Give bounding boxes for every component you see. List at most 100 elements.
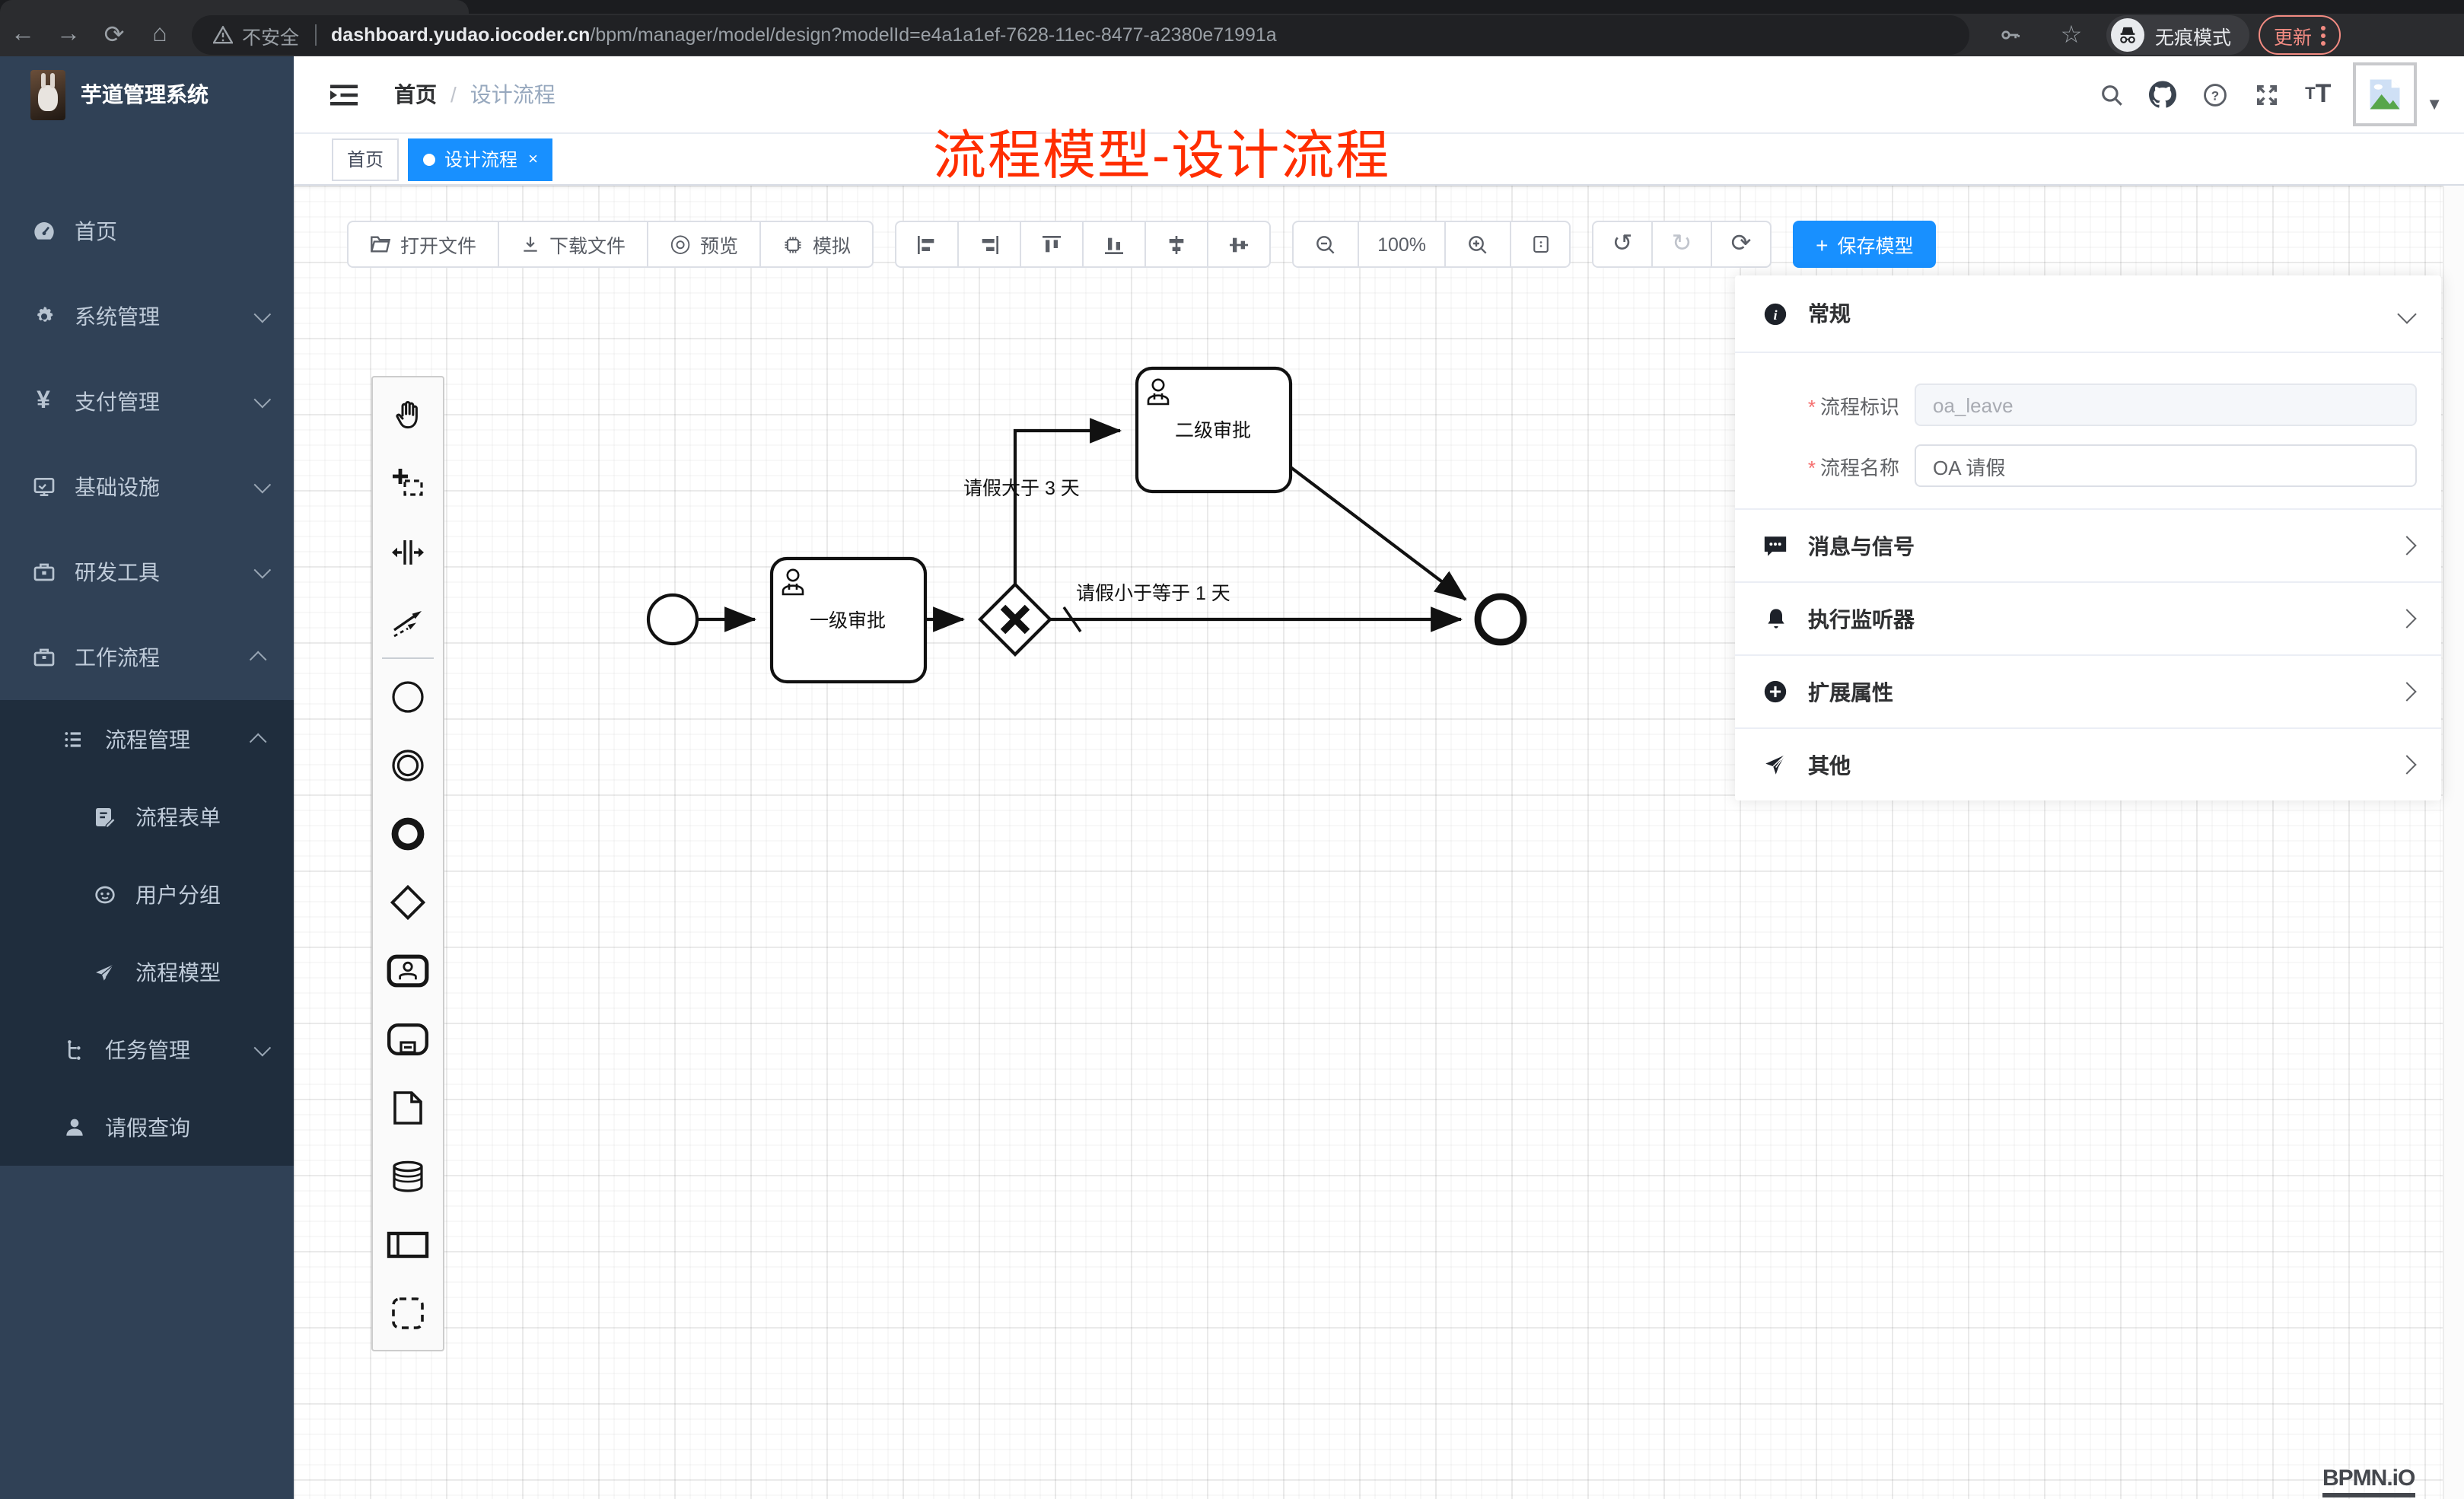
breadcrumb-home[interactable]: 首页 bbox=[394, 79, 437, 110]
github-icon[interactable] bbox=[2137, 68, 2189, 120]
flow-gateway-to-task2[interactable] bbox=[1015, 431, 1120, 584]
sidebar-item-task-mgmt[interactable]: 任务管理 bbox=[0, 1010, 294, 1088]
home-icon[interactable]: ⌂ bbox=[137, 21, 183, 49]
tab-close-icon[interactable]: × bbox=[528, 150, 538, 168]
sidebar-item-payment[interactable]: ¥ 支付管理 bbox=[0, 359, 294, 444]
create-group[interactable] bbox=[373, 1278, 443, 1347]
preview-button[interactable]: ◎ 预览 bbox=[647, 221, 761, 268]
sidebar-item-home[interactable]: 首页 bbox=[0, 189, 294, 274]
browser-update-button[interactable]: 更新 bbox=[2259, 15, 2341, 55]
task-second-approval[interactable]: 二级审批 bbox=[1137, 368, 1291, 492]
panel-section-other[interactable]: 其他 bbox=[1735, 729, 2441, 800]
sidebar-item-user-group[interactable]: 用户分组 bbox=[0, 855, 294, 933]
info-icon: i bbox=[1762, 301, 1788, 326]
create-subprocess[interactable] bbox=[373, 1004, 443, 1073]
reload-icon[interactable]: ⟳ bbox=[91, 20, 137, 50]
process-key-input[interactable] bbox=[1915, 384, 2417, 426]
back-icon[interactable]: ← bbox=[0, 21, 46, 49]
right-scroll-track[interactable] bbox=[2443, 186, 2464, 1499]
create-start-event[interactable] bbox=[373, 662, 443, 730]
chevron-down-icon bbox=[254, 306, 272, 323]
chevron-down-icon bbox=[254, 562, 272, 579]
undo-button[interactable]: ↺ bbox=[1592, 221, 1653, 268]
align-bottom-button[interactable] bbox=[1082, 221, 1146, 268]
space-tool[interactable] bbox=[373, 517, 443, 586]
browser-menu-icon[interactable] bbox=[2321, 25, 2326, 45]
search-icon[interactable] bbox=[2085, 68, 2137, 120]
viewport: ← → ⟳ ⌂ 不安全 dashboard.yudao.iocoder.cn/b… bbox=[0, 0, 2464, 1499]
tree-icon bbox=[61, 1036, 87, 1062]
font-size-icon[interactable]: TT bbox=[2292, 68, 2344, 120]
create-intermediate-event[interactable] bbox=[373, 730, 443, 799]
exclusive-gateway[interactable] bbox=[980, 584, 1050, 654]
sidebar-item-leave-query[interactable]: 请假查询 bbox=[0, 1088, 294, 1166]
create-participant[interactable] bbox=[373, 1210, 443, 1278]
panel-section-execution-listener[interactable]: 执行监听器 bbox=[1735, 583, 2441, 656]
caret-down-icon[interactable]: ▼ bbox=[2426, 96, 2443, 114]
url-bar[interactable]: 不安全 dashboard.yudao.iocoder.cn/bpm/manag… bbox=[192, 15, 1969, 55]
sidebar-item-process-mgmt[interactable]: 流程管理 bbox=[0, 700, 294, 778]
sidebar-collapse-icon[interactable] bbox=[318, 68, 370, 120]
end-event[interactable] bbox=[1478, 597, 1523, 642]
sidebar-item-label: 任务管理 bbox=[105, 1034, 254, 1065]
create-gateway[interactable] bbox=[373, 867, 443, 936]
key-icon[interactable] bbox=[1985, 9, 2036, 61]
create-data-store[interactable] bbox=[373, 1141, 443, 1210]
help-icon[interactable]: ? bbox=[2189, 68, 2240, 120]
browser-active-tab[interactable] bbox=[0, 0, 469, 14]
tab-label: 首页 bbox=[347, 146, 384, 172]
sidebar-item-infrastructure[interactable]: 基础设施 bbox=[0, 444, 294, 530]
tab-design-process[interactable]: 设计流程 × bbox=[408, 138, 553, 180]
create-user-task[interactable] bbox=[373, 936, 443, 1004]
zoom-in-button[interactable] bbox=[1444, 221, 1511, 268]
sidebar-item-label: 用户分组 bbox=[135, 879, 266, 909]
panel-section-extended-attrs[interactable]: 扩展属性 bbox=[1735, 656, 2441, 729]
app-logo[interactable]: 芋道管理系统 bbox=[0, 56, 294, 132]
flow-task2-to-end[interactable] bbox=[1291, 467, 1466, 600]
browser-chrome: ← → ⟳ ⌂ 不安全 dashboard.yudao.iocoder.cn/b… bbox=[0, 0, 2464, 56]
security-label[interactable]: 不安全 bbox=[242, 21, 299, 49]
sidebar-item-process-model[interactable]: 流程模型 bbox=[0, 933, 294, 1010]
sidebar-item-label: 流程管理 bbox=[105, 724, 254, 754]
task-first-approval[interactable]: 一级审批 bbox=[772, 559, 925, 682]
create-data-object[interactable] bbox=[373, 1073, 443, 1141]
start-event[interactable] bbox=[648, 595, 697, 644]
forward-icon[interactable]: → bbox=[46, 21, 91, 49]
sidebar-item-system[interactable]: 系统管理 bbox=[0, 274, 294, 359]
sidebar-item-devtools[interactable]: 研发工具 bbox=[0, 530, 294, 615]
sidebar-item-workflow[interactable]: 工作流程 bbox=[0, 615, 294, 700]
plus-circle-icon bbox=[1762, 679, 1788, 705]
download-file-button[interactable]: 下载文件 bbox=[498, 221, 648, 268]
save-model-button[interactable]: + 保存模型 bbox=[1793, 221, 1936, 268]
panel-section-message-signal[interactable]: 消息与信号 bbox=[1735, 510, 2441, 583]
form-edit-icon bbox=[91, 804, 117, 829]
bpmn-io-watermark[interactable]: BPMN.iO bbox=[2322, 1466, 2415, 1497]
fullscreen-icon[interactable] bbox=[2240, 68, 2292, 120]
sidebar-item-label: 基础设施 bbox=[75, 472, 254, 502]
panel-section-general[interactable]: i 常规 bbox=[1735, 275, 2441, 353]
reset-zoom-button[interactable] bbox=[1510, 221, 1571, 268]
align-top-button[interactable] bbox=[1020, 221, 1084, 268]
open-file-button[interactable]: 打开文件 bbox=[347, 221, 499, 268]
send-icon bbox=[1762, 752, 1788, 778]
global-connect-tool[interactable] bbox=[373, 586, 443, 654]
align-left-button[interactable] bbox=[895, 221, 959, 268]
restart-button[interactable]: ⟳ bbox=[1711, 221, 1772, 268]
zoom-level[interactable]: 100% bbox=[1358, 221, 1446, 268]
simulate-button[interactable]: 模拟 bbox=[759, 221, 874, 268]
process-name-input[interactable] bbox=[1915, 444, 2417, 487]
avatar[interactable] bbox=[2353, 62, 2417, 126]
create-end-event[interactable] bbox=[373, 799, 443, 867]
hand-tool[interactable] bbox=[373, 380, 443, 449]
align-center-horizontal-button[interactable] bbox=[1207, 221, 1271, 268]
sidebar-item-process-form[interactable]: 流程表单 bbox=[0, 778, 294, 855]
align-center-vertical-button[interactable] bbox=[1144, 221, 1208, 268]
redo-button[interactable]: ↻ bbox=[1651, 221, 1712, 268]
bookmark-star-icon[interactable]: ☆ bbox=[2045, 9, 2097, 61]
align-right-button[interactable] bbox=[957, 221, 1021, 268]
lasso-tool[interactable] bbox=[373, 449, 443, 517]
zoom-out-button[interactable] bbox=[1292, 221, 1359, 268]
bpmn-canvas[interactable]: 打开文件 下载文件 ◎ 预览 模拟 bbox=[294, 186, 2464, 1499]
warning-icon bbox=[213, 26, 233, 44]
tab-home[interactable]: 首页 bbox=[332, 138, 399, 180]
